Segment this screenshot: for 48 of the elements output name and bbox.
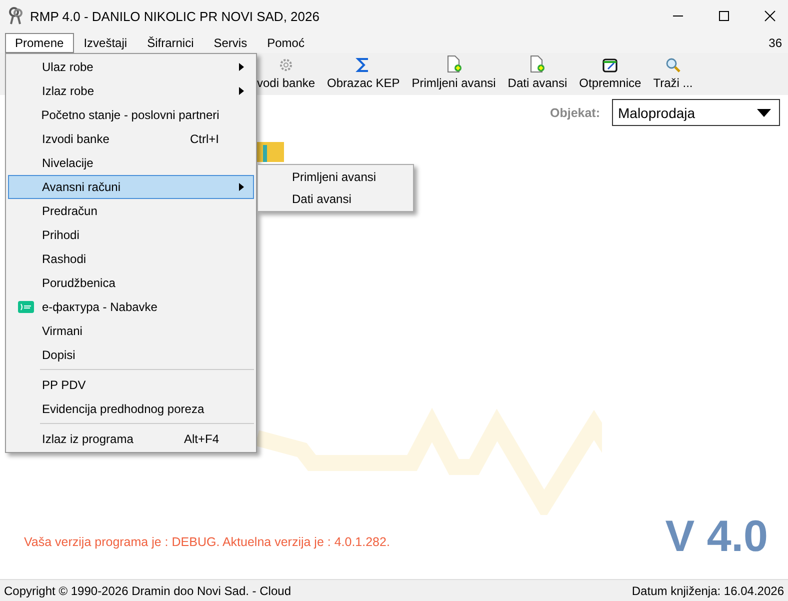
toolbar-button[interactable]: vodi banke bbox=[253, 53, 320, 95]
menu-item[interactable]: Virmani bbox=[8, 319, 254, 343]
toolbar-button[interactable]: Dati avansi bbox=[504, 53, 572, 95]
menu-item[interactable]: Dati avansi bbox=[258, 188, 413, 210]
window-title: RMP 4.0 - DANILO NIKOLIC PR NOVI SAD, 2026 bbox=[30, 8, 320, 24]
maximize-icon[interactable] bbox=[718, 10, 730, 22]
menu-item[interactable]: Primljeni avansi bbox=[258, 166, 413, 188]
menu-bar-item[interactable]: Servis bbox=[204, 32, 258, 52]
menu-bar-item[interactable]: Izveštaji bbox=[74, 32, 138, 52]
objekat-dropdown[interactable]: Maloprodaja bbox=[612, 99, 780, 126]
menu-bar-item[interactable]: Šifrarnici bbox=[137, 32, 204, 52]
keys-icon bbox=[8, 7, 24, 25]
version-label: V 4.0 bbox=[665, 515, 768, 559]
menu-item[interactable]: Evidencija predhodnog poreza bbox=[8, 397, 254, 421]
menu-item[interactable]: Porudžbenica bbox=[8, 271, 254, 295]
menu-item[interactable]: Predračun bbox=[8, 199, 254, 223]
dropdown-arrow-icon bbox=[757, 108, 771, 116]
search-icon bbox=[664, 57, 681, 73]
menu-item[interactable]: Izvodi banke Ctrl+I bbox=[8, 127, 254, 151]
menu-item[interactable]: Rashodi bbox=[8, 247, 254, 271]
e-invoice-icon bbox=[18, 301, 34, 313]
toolbar-button[interactable]: Traži ... bbox=[649, 53, 697, 95]
menu-bar-item[interactable]: Pomoć bbox=[257, 32, 314, 52]
gear-icon bbox=[278, 57, 294, 73]
counter-text: 36 bbox=[768, 36, 783, 50]
close-icon[interactable] bbox=[764, 10, 776, 22]
copyright-text: Copyright © 1990-2026 Dramin doo Novi Sad. - Cloud bbox=[4, 584, 291, 598]
toolbar-button[interactable]: Obrazac KEP bbox=[323, 53, 404, 95]
document-add-icon bbox=[446, 55, 462, 73]
notepad-icon bbox=[602, 57, 618, 73]
version-message: Vaša verzija programa je : DEBUG. Aktuelna verzija je : 4.0.1.282. bbox=[24, 535, 390, 549]
menu-item[interactable]: Izlaz iz programa Alt+F4 bbox=[8, 427, 254, 451]
menu-item[interactable]: е-фактура - Nabavke bbox=[8, 295, 254, 319]
menu-item[interactable]: PP PDV bbox=[8, 373, 254, 397]
posting-date-text: Datum knjiženja: 16.04.2026 bbox=[632, 584, 784, 598]
toolbar-button[interactable]: Otpremnice bbox=[575, 53, 646, 95]
logo-fragment-drawing bbox=[257, 142, 284, 162]
menu-bar-item[interactable]: Promene bbox=[5, 32, 74, 52]
menu-item[interactable]: Izlaz robe bbox=[8, 79, 254, 103]
menu-item[interactable]: Nivelacije bbox=[8, 151, 254, 175]
menu-item[interactable]: Dopisi bbox=[8, 343, 254, 367]
menu-item[interactable]: Početno stanje - poslovni partneri bbox=[8, 103, 254, 127]
objekat-label: Objekat: bbox=[550, 106, 600, 120]
menu-item[interactable]: Avansni računi bbox=[8, 175, 254, 199]
menu-item[interactable]: Ulaz robe bbox=[8, 55, 254, 79]
document-add-icon bbox=[529, 55, 546, 73]
toolbar-button[interactable]: Primljeni avansi bbox=[408, 53, 500, 95]
menu-item[interactable]: Prihodi bbox=[8, 223, 254, 247]
